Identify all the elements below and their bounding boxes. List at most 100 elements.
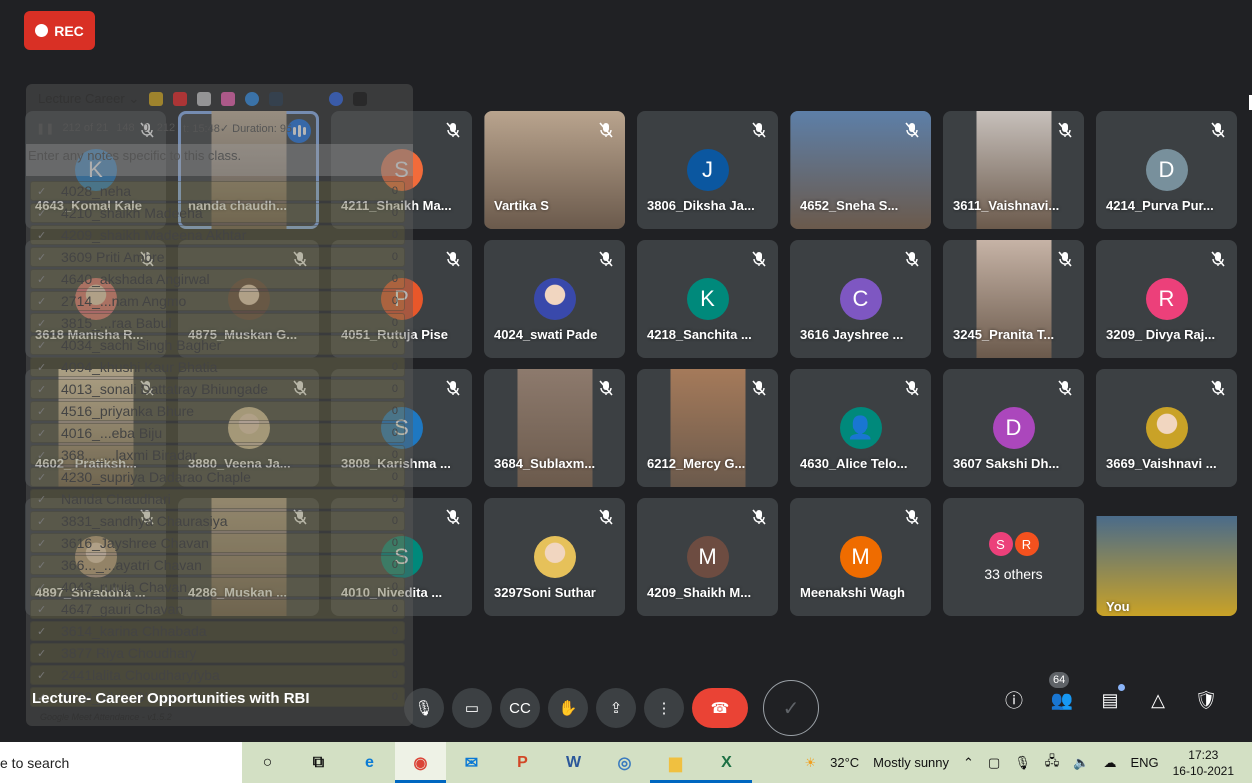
mail-icon[interactable]: ✉ — [446, 742, 497, 783]
self-tile[interactable]: You — [1096, 498, 1237, 616]
pin-icon[interactable] — [353, 92, 368, 106]
student-row[interactable]: ✓ 3877 Riya Choudhary 0 — [30, 643, 405, 663]
student-row[interactable]: ✓ 366..._...ayatri Chavan 0 — [30, 555, 405, 575]
checkbox-icon[interactable]: ✓ — [37, 559, 49, 572]
microphone-tray-icon[interactable]: 🎙 — [1014, 755, 1031, 771]
participant-tile[interactable]: D 4214_Purva Pur... — [1096, 111, 1237, 229]
weather-desc[interactable]: Mostly sunny — [873, 755, 949, 770]
people-button[interactable]: 64 👥 — [1048, 672, 1076, 714]
edge-icon[interactable]: e — [344, 742, 395, 783]
participant-tile[interactable]: K 4218_Sanchita ... — [637, 240, 778, 358]
checkbox-icon[interactable]: ✓ — [37, 383, 49, 396]
participant-tile[interactable]: 3684_Sublaxm... — [484, 369, 625, 487]
checkbox-icon[interactable]: ✓ — [37, 515, 49, 528]
pause-button[interactable]: ❚❚ — [36, 122, 54, 135]
checkbox-icon[interactable]: ✓ — [37, 625, 49, 638]
task-view-icon[interactable]: ⧉ — [293, 742, 344, 783]
check-icon[interactable]: ✓ — [763, 680, 819, 736]
student-row[interactable]: ✓ 4640_akshada Angirwal 0 — [30, 269, 405, 289]
checkbox-icon[interactable]: ✓ — [37, 669, 49, 682]
student-row[interactable]: ✓ 4094_khushi Kaur Bhatia 0 — [30, 357, 405, 377]
powerpoint-icon[interactable]: P — [497, 742, 548, 783]
file-explorer-icon[interactable]: ▆ — [650, 742, 701, 783]
participant-tile[interactable]: M 4209_Shaikh M... — [637, 498, 778, 616]
notes-input[interactable]: Enter any notes specific to this class. — [26, 144, 413, 176]
network-icon[interactable]: 🖧 — [1045, 752, 1060, 774]
student-row[interactable]: ✓ 4230_supriya Dadarao Chaple 0 — [30, 467, 405, 487]
student-row[interactable]: ✓ Nanda Chaudhari 0 — [30, 489, 405, 509]
info-icon[interactable]: ⓘ — [1000, 686, 1028, 714]
settings-icon[interactable] — [329, 92, 344, 106]
participant-tile[interactable]: D 3607 Sakshi Dh... — [943, 369, 1084, 487]
delete-icon[interactable] — [173, 92, 188, 106]
cortana-icon[interactable]: ○ — [242, 742, 293, 783]
checkbox-icon[interactable]: ✓ — [37, 427, 49, 440]
chrome-icon[interactable]: ◉ — [395, 742, 446, 783]
eraser-icon[interactable] — [221, 92, 236, 106]
participant-tile[interactable]: 👤 4630_Alice Telo... — [790, 369, 931, 487]
edit-icon[interactable] — [149, 92, 164, 106]
refresh-icon[interactable] — [245, 92, 260, 106]
participant-tile[interactable]: 3245_Pranita T... — [943, 240, 1084, 358]
checkbox-icon[interactable]: ✓ — [37, 361, 49, 374]
checkbox-icon[interactable]: ✓ — [37, 339, 49, 352]
others-tile[interactable]: S R 33 others — [943, 498, 1084, 616]
checkbox-icon[interactable]: ✓ — [37, 449, 49, 462]
participant-tile[interactable]: 6212_Mercy G... — [637, 369, 778, 487]
more-options-button[interactable]: ⋮ — [644, 688, 684, 728]
checkbox-icon[interactable]: ✓ — [37, 647, 49, 660]
clock[interactable]: 17:23 16-10-2021 — [1173, 747, 1234, 779]
language-indicator[interactable]: ENG — [1130, 755, 1158, 770]
student-row[interactable]: ✓ 3831_sandhya Chaurasiya 0 — [30, 511, 405, 531]
student-row[interactable]: ✓ 3614_karina Chhabada 0 — [30, 621, 405, 641]
taskbar-search[interactable]: e to search — [0, 742, 242, 783]
student-row[interactable]: ✓ 3616_Jayshree Chavan 0 — [30, 533, 405, 553]
weather-temp[interactable]: 32°C — [830, 755, 859, 770]
participant-tile[interactable]: R 3209_ Divya Raj... — [1096, 240, 1237, 358]
student-row[interactable]: ✓ 3609 Priti Ambre 0 — [30, 247, 405, 267]
student-row[interactable]: ✓ 4028_neha 0 — [30, 181, 405, 201]
chat-button[interactable]: ▤ — [1096, 684, 1125, 714]
checkbox-icon[interactable]: ✓ — [37, 471, 49, 484]
checkbox-icon[interactable]: ✓ — [37, 603, 49, 616]
excel-icon[interactable]: X — [701, 742, 752, 783]
student-row[interactable]: ✓ 4016_...eba Biju 0 — [30, 423, 405, 443]
participant-tile[interactable]: C 3616 Jayshree ... — [790, 240, 931, 358]
participant-tile[interactable]: M Meenakshi Wagh — [790, 498, 931, 616]
student-row[interactable]: ✓ 4516_priyanka Bhure 0 — [30, 401, 405, 421]
student-row[interactable]: ✓ 4043_rutuja Chavan 0 — [30, 577, 405, 597]
host-controls-icon[interactable]: 🛡 — [1192, 686, 1220, 714]
student-row[interactable]: ✓ 4034_sachi Singh Bagher 0 — [30, 335, 405, 355]
word-icon[interactable]: W — [548, 742, 599, 783]
student-row[interactable]: ✓ 2441lalita Choudharyfyba 0 — [30, 665, 405, 685]
meeting-select[interactable]: Lecture Career ⌄ — [38, 91, 139, 107]
checkbox-icon[interactable]: ✓ — [37, 317, 49, 330]
participant-tile[interactable]: J 3806_Diksha Ja... — [637, 111, 778, 229]
checkbox-icon[interactable]: ✓ — [37, 185, 49, 198]
onedrive-icon[interactable]: ☁ — [1103, 755, 1116, 771]
checkbox-icon[interactable]: ✓ — [37, 273, 49, 286]
volume-icon[interactable]: 🔈 — [1073, 755, 1089, 771]
student-row[interactable]: ✓ 3815_...raa Babul 0 — [30, 313, 405, 333]
student-row[interactable]: ✓ 4013_sonali Dattatray Bhiungade 0 — [30, 379, 405, 399]
chevron-up-icon[interactable]: ⌃ — [963, 755, 974, 771]
checkbox-icon[interactable]: ✓ — [37, 405, 49, 418]
checkbox-icon[interactable]: ✓ — [37, 493, 49, 506]
student-row[interactable]: ✓ 4647_gauri Chavan 0 — [30, 599, 405, 619]
captions-button[interactable]: CC — [500, 688, 540, 728]
student-row[interactable]: ✓ 4209_shaikh Madeena Akhtar 0 — [30, 225, 405, 245]
checkbox-icon[interactable]: ✓ — [37, 581, 49, 594]
checkbox-icon[interactable]: ✓ — [37, 251, 49, 264]
checkbox-icon[interactable]: ✓ — [37, 229, 49, 242]
export-icon[interactable] — [197, 92, 212, 106]
activities-icon[interactable]: △ — [1144, 686, 1172, 714]
vpn-icon[interactable]: ◎ — [599, 742, 650, 783]
participant-tile[interactable]: Vartika S — [484, 111, 625, 229]
camera-button[interactable]: ▭ — [452, 688, 492, 728]
present-button[interactable]: ⇪ — [596, 688, 636, 728]
checkbox-icon[interactable]: ✓ — [37, 295, 49, 308]
checkbox-icon[interactable]: ✓ — [37, 207, 49, 220]
participant-tile[interactable]: 3611_Vaishnavi... — [943, 111, 1084, 229]
checkbox-icon[interactable]: ✓ — [37, 537, 49, 550]
save-icon[interactable] — [269, 92, 284, 106]
